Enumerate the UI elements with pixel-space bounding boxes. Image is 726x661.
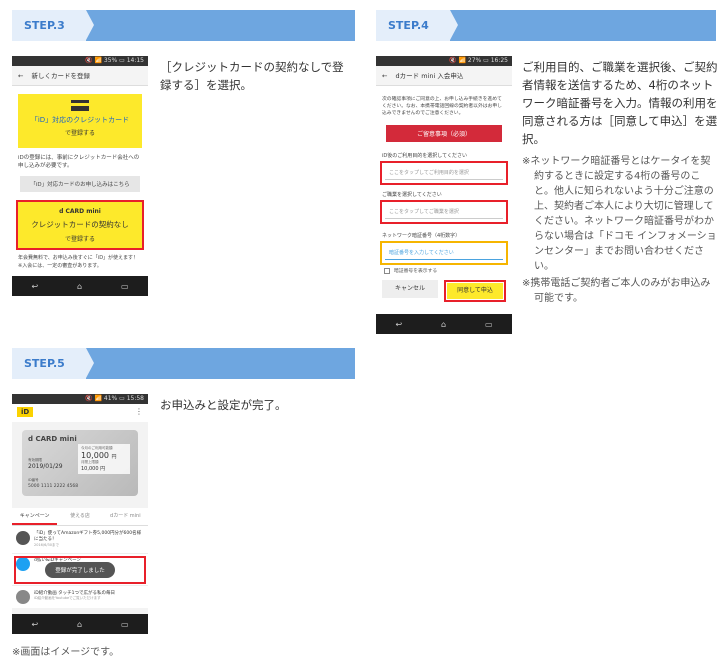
registration-complete-toast: 登録が完了しました — [45, 562, 115, 578]
back-nav-icon[interactable]: ↩ — [31, 620, 38, 629]
step3-phone: 🔇 📶 35% ▭ 14:15 ← 新しくカードを登録 「iD」対応のクレジット… — [12, 56, 148, 296]
back-nav-icon[interactable]: ↩ — [31, 282, 38, 291]
limit-value: 10,000 — [81, 466, 99, 472]
dcard-mini-card[interactable]: d CARD mini 今月のご利用可能額 10,000 円 月間上限額 10,… — [22, 430, 138, 496]
step4-note-1: ※ネットワーク暗証番号とはケータイを契約するときに設定する4桁の番号のこと。他人… — [522, 156, 717, 272]
step4-arrow-icon — [450, 10, 458, 40]
news-1-title: 「iD」使ってAmazonギフト券5,000円分が600名様に当たる！ — [34, 531, 142, 542]
balance-block: 今月のご利用可能額 10,000 円 月間上限額 10,000 円 — [78, 444, 130, 474]
recent-apps-icon[interactable]: ▭ — [121, 282, 129, 291]
step4-note-2: ※携帯電話ご契約者ご本人のみがお申込み可能です。 — [522, 278, 711, 304]
back-arrow-icon[interactable]: ← — [18, 72, 23, 80]
job-select-frame: ここをタップしてご職業を選択 — [380, 200, 508, 224]
terms-button[interactable]: ご留意事項（必須） — [386, 125, 502, 142]
step4-label: STEP.4 — [376, 10, 450, 41]
step5-description: お申込みと設定が完了。 — [160, 398, 287, 412]
menu-icon[interactable]: ⋮ — [135, 407, 143, 416]
limit-unit: 円 — [100, 466, 106, 472]
toast-frame: 登録が完了しました — [14, 556, 146, 584]
news-1-date: 2016/6/30まで — [34, 543, 59, 547]
intro-text: 次の確認事項にご同意の上、お申し込み手続きを進めてください。なお、本携帯電話回線… — [382, 97, 502, 116]
news-item-3[interactable]: iD紹介動画 タッチ1つで広がる私の毎日 iD紹介動画をYoutubeでご覧いた… — [12, 586, 148, 608]
pin-input[interactable]: 暗証番号を入力してください — [385, 246, 503, 260]
tab-bar: キャンペーン 使える店 dカード mini — [12, 508, 148, 526]
news-thumbnail-icon — [16, 531, 30, 545]
step3-header: STEP.3 — [12, 10, 355, 41]
news-3-sub: iD紹介動画をYoutubeでご覧いただけます — [34, 596, 101, 600]
no-credit-card-option-line1: クレジットカードの契約なし — [31, 220, 129, 229]
tab-stores[interactable]: 使える店 — [57, 508, 102, 525]
credit-card-option-line2: で登録する — [64, 130, 95, 137]
app-bar: ← 新しくカードを登録 — [12, 66, 148, 86]
dcard-mini-logo: d CARD mini — [59, 208, 101, 215]
app-bar-title: 新しくカードを登録 — [31, 72, 91, 80]
pin-input-frame: 暗証番号を入力してください — [380, 241, 508, 265]
step5-phone: 🔇 📶 41% ▭ 15:58 iD ⋮ d CARD mini 今月のご利用可… — [12, 394, 148, 634]
agree-button[interactable]: 同意して申込 — [447, 283, 503, 299]
step3-label: STEP.3 — [12, 10, 86, 41]
credit-card-option-line1: 「iD」対応のクレジットカード — [30, 116, 130, 124]
video-thumbnail-icon — [16, 590, 30, 604]
card-icon — [71, 100, 89, 111]
back-nav-icon[interactable]: ↩ — [395, 320, 402, 329]
nav-bar: ↩ ⌂ ▭ — [12, 614, 148, 634]
job-select[interactable]: ここをタップしてご職業を選択 — [385, 205, 503, 219]
nav-bar: ↩ ⌂ ▭ — [376, 314, 512, 334]
balance-unit: 円 — [111, 454, 117, 460]
home-nav-icon[interactable]: ⌂ — [77, 620, 82, 629]
info-text: iDの登録には、事前にクレジットカード会社への申し込みが必要です。 — [18, 155, 140, 169]
home-nav-icon[interactable]: ⌂ — [441, 320, 446, 329]
step3-description: ［クレジットカードの契約なしで登録する］を選択。 — [160, 60, 344, 92]
pin-label: ネットワーク暗証番号（4桁数字） — [382, 233, 461, 239]
card-number-caption: iD番号 — [28, 478, 39, 482]
job-label: ご職業を選択してください — [382, 192, 442, 198]
no-credit-card-option[interactable]: d CARD mini クレジットカードの契約なし で登録する — [16, 200, 144, 250]
step5-header: STEP.5 — [12, 348, 355, 379]
status-bar: 🔇 📶 35% ▭ 14:15 — [12, 56, 148, 66]
show-pin-row[interactable]: 暗証番号を表示する — [384, 267, 504, 274]
tab-dcard-mini[interactable]: dカード mini — [103, 508, 148, 525]
step4-phone: 🔇 📶 27% ▭ 16:25 ← dカード mini 入会申込 次の確認事項に… — [376, 56, 512, 334]
purpose-label: iD後のご利用目的を選択してください — [382, 153, 467, 159]
no-credit-card-option-line2: で登録する — [64, 236, 95, 243]
action-row: キャンセル 同意して申込 — [382, 280, 506, 302]
home-nav-icon[interactable]: ⌂ — [77, 282, 82, 291]
recent-apps-icon[interactable]: ▭ — [121, 620, 129, 629]
card-date: 2019/01/29 — [28, 463, 63, 470]
back-arrow-icon[interactable]: ← — [382, 72, 387, 80]
card-number: 5000 1111 2222 4568 — [28, 484, 79, 489]
news-item-1[interactable]: 「iD」使ってAmazonギフト券5,000円分が600名様に当たる！ 2016… — [12, 526, 148, 554]
app-bar: ← dカード mini 入会申込 — [376, 66, 512, 86]
agree-button-frame: 同意して申込 — [444, 280, 506, 302]
step5-arrow-icon — [86, 348, 94, 378]
show-pin-label: 暗証番号を表示する — [394, 269, 438, 274]
purpose-select[interactable]: ここをタップしてご利用目的を選択 — [385, 166, 503, 180]
recent-apps-icon[interactable]: ▭ — [485, 320, 493, 329]
status-bar: 🔇 📶 27% ▭ 16:25 — [376, 56, 512, 66]
card-brand: d CARD mini — [28, 435, 77, 443]
footer-text: 年会費無料で、お申込み後すぐに「iD」が使えます！※入会には、一定の審査がありま… — [18, 255, 139, 269]
checkbox-icon[interactable] — [384, 267, 390, 274]
step4-header: STEP.4 — [376, 10, 716, 41]
purpose-select-frame: ここをタップしてご利用目的を選択 — [380, 161, 508, 185]
step4-description: ご利用目的、ご職業を選択後、ご契約者情報を送信するため、4桁のネットワーク暗証番… — [522, 60, 718, 146]
step5-label: STEP.5 — [12, 348, 86, 379]
nav-bar: ↩ ⌂ ▭ — [12, 276, 148, 296]
credit-card-option[interactable]: 「iD」対応のクレジットカード で登録する — [18, 94, 142, 148]
footnote: ※画面はイメージです。 — [12, 647, 120, 658]
id-app-logo: iD — [17, 407, 34, 417]
news-item-2[interactable]: d払い&iDキャンペーン 登録が完了しました — [12, 554, 148, 586]
balance-value: 10,000 — [81, 451, 109, 460]
apply-card-button[interactable]: 「iD」対応カードのお申し込みはこちら — [20, 176, 140, 192]
status-bar: 🔇 📶 41% ▭ 15:58 — [12, 394, 148, 404]
cancel-button[interactable]: キャンセル — [382, 280, 438, 298]
app-bar-title: dカード mini 入会申込 — [395, 72, 464, 80]
app-header: iD ⋮ — [12, 404, 148, 422]
step4-notes: ※ネットワーク暗証番号とはケータイを契約するときに設定する4桁の番号のこと。他人… — [522, 154, 718, 308]
step3-arrow-icon — [86, 10, 94, 40]
tab-campaign[interactable]: キャンペーン — [12, 508, 58, 525]
